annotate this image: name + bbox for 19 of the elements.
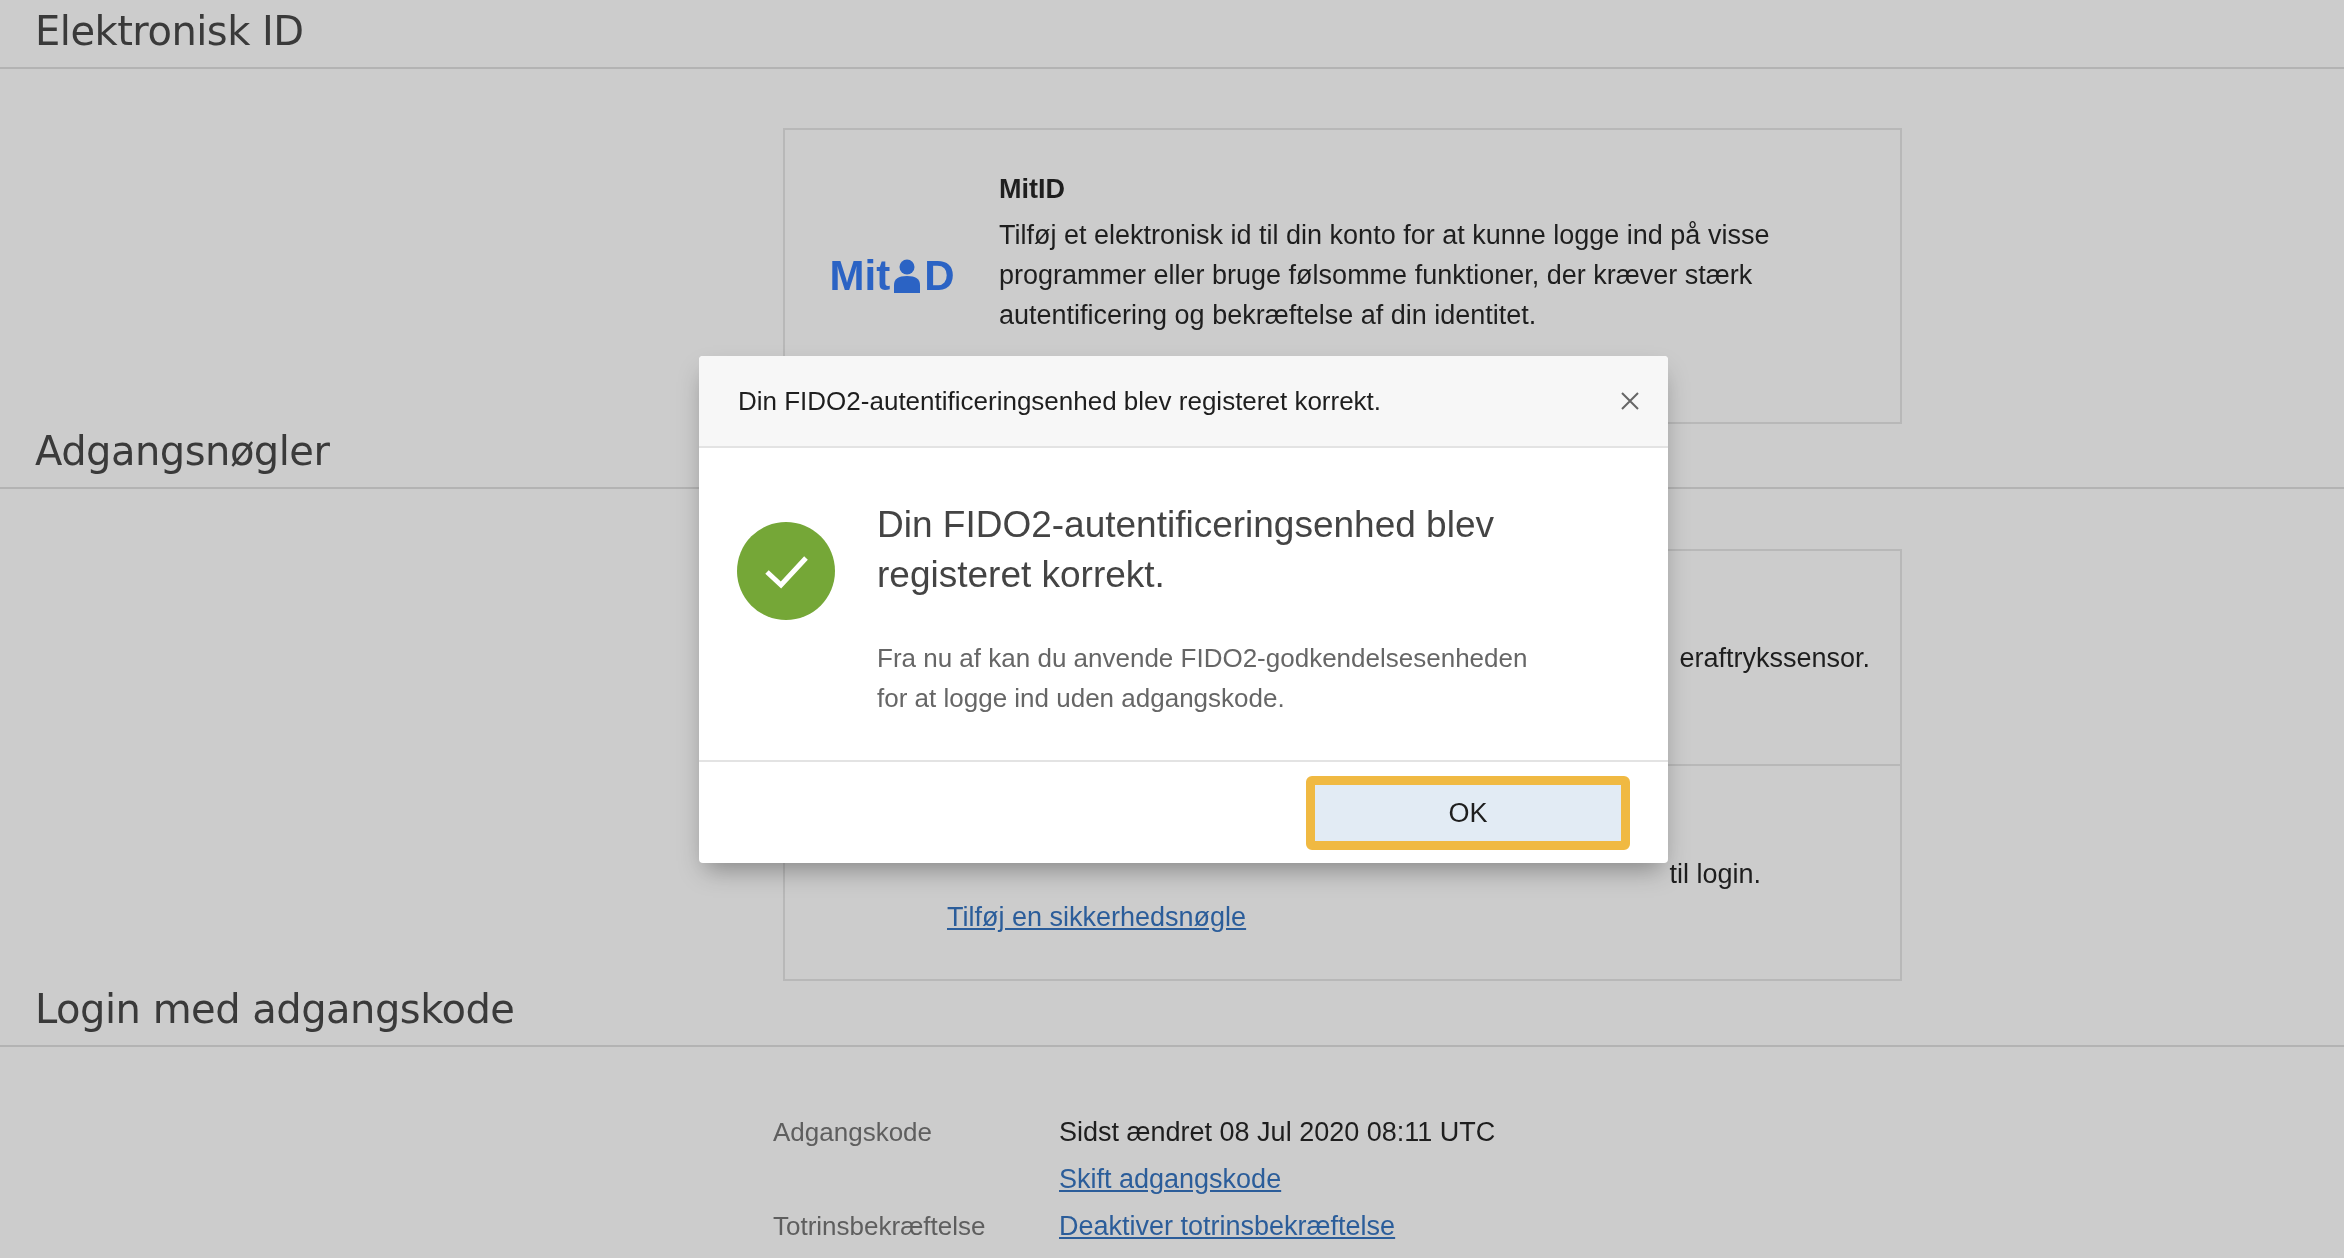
section-title: Adgangsnøgler [35, 427, 330, 476]
close-icon [1620, 391, 1640, 411]
dialog-message: Fra nu af kan du anvende FIDO2-godkendelsesenheden for at logge ind uden adgangskode. [877, 642, 1529, 715]
section-title: Elektronisk ID [35, 7, 304, 56]
field-label: Adgangskode [773, 1117, 934, 1149]
dialog-heading: Din FIDO2-autentificeringsenhed blev registeret korrekt. [877, 503, 1495, 597]
field-label: Totrinsbekræftelse [773, 1211, 987, 1242]
card-description: til login. [1669, 858, 1761, 891]
ok-button[interactable]: OK [1306, 776, 1630, 850]
settings-link[interactable]: Skift adgangskode [1059, 1164, 1282, 1194]
card-description: Tilføj et elektronisk id til din konto for at kunne logge ind på visse programmer eller bruge følsomme funktioner, der kræver stærk autentificering og bekræftelse af din identitet. [999, 219, 1771, 332]
card-description: eraftrykssensor. [1679, 641, 1870, 675]
card-title: MitID [999, 174, 1066, 205]
add-security-key-link[interactable]: Tilføj en sikkerhedsnøgle [947, 902, 1247, 932]
field-value: Sidst ændret 08 Jul 2020 08:11 UTC [1059, 1117, 1497, 1148]
settings-link[interactable]: Deaktiver totrinsbekræftelse [1059, 1211, 1396, 1241]
section-title: Login med adgangskode [35, 985, 515, 1034]
success-check-icon [737, 522, 835, 620]
dialog-title: Din FIDO2-autentificeringsenhed blev registeret korrekt. [738, 385, 1382, 417]
